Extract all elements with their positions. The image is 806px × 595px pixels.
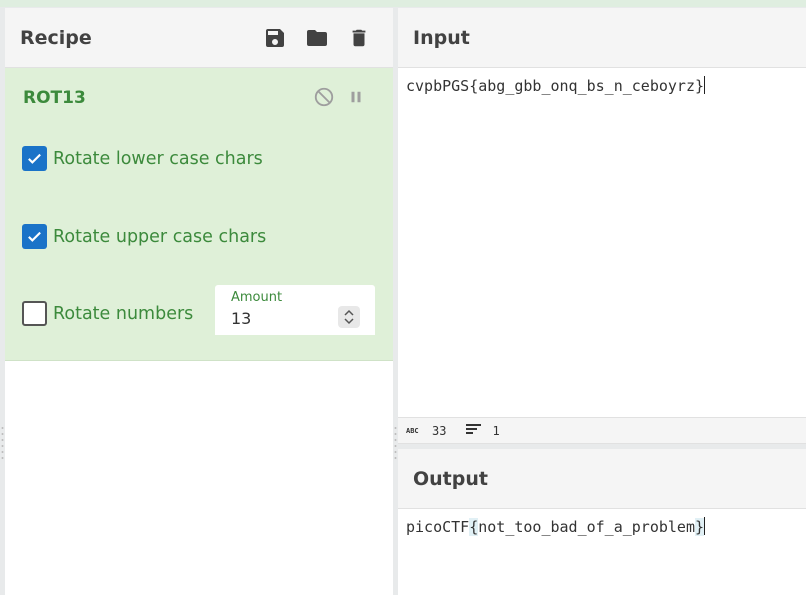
- lines-icon: [466, 423, 482, 438]
- operation-title: ROT13: [23, 88, 86, 108]
- rotate-numbers-label: Rotate numbers: [53, 303, 194, 324]
- amount-field[interactable]: Amount 13: [215, 285, 375, 335]
- recipe-pane: Recipe ROT13 Rotate lower case chars Rot…: [5, 8, 393, 595]
- rotate-lower-checkbox[interactable]: [22, 146, 47, 171]
- input-textarea[interactable]: cvpbPGS{abg_gbb_onq_bs_n_ceboyrz}: [406, 76, 706, 95]
- output-title: Output: [413, 467, 488, 490]
- rotate-numbers-checkbox[interactable]: [22, 301, 47, 326]
- input-status-bar: ABC 33 1: [398, 417, 806, 444]
- output-close-brace: }: [695, 518, 705, 536]
- lines-value: 1: [492, 423, 500, 438]
- amount-stepper[interactable]: [338, 306, 360, 328]
- cyberchef-app: Recipe ROT13 Rotate lower case chars Rot…: [0, 0, 806, 595]
- output-cursor: [704, 517, 706, 535]
- recipe-toolbar: [261, 24, 373, 52]
- lines-stat: 1: [466, 423, 500, 438]
- output-prefix: picoCTF: [406, 518, 470, 536]
- io-resize-handle[interactable]: [394, 425, 397, 465]
- rotate-lower-option[interactable]: Rotate lower case chars: [22, 146, 263, 171]
- recipe-title: Recipe: [20, 26, 92, 49]
- input-pane: Input cvpbPGS{abg_gbb_onq_bs_n_ceboyrz}: [398, 8, 806, 417]
- svg-text:ABC: ABC: [406, 427, 419, 435]
- abc-icon: ABC: [406, 424, 422, 438]
- folder-icon[interactable]: [303, 24, 331, 52]
- rotate-numbers-option[interactable]: Rotate numbers: [22, 301, 193, 326]
- amount-input[interactable]: 13: [231, 309, 251, 328]
- output-body: not_too_bad_of_a_problem: [478, 518, 695, 536]
- pause-icon[interactable]: [347, 88, 365, 110]
- amount-label: Amount: [231, 290, 283, 305]
- input-text: cvpbPGS{abg_gbb_onq_bs_n_ceboyrz}: [406, 77, 705, 95]
- input-header: Input: [398, 8, 806, 68]
- operation-controls: [313, 86, 365, 112]
- output-header: Output: [398, 449, 806, 509]
- trash-icon[interactable]: [345, 24, 373, 52]
- output-pane: Output picoCTF{not_too_bad_of_a_problem}: [398, 449, 806, 595]
- rotate-upper-label: Rotate upper case chars: [53, 226, 267, 247]
- disable-icon[interactable]: [313, 86, 335, 112]
- rotate-upper-checkbox[interactable]: [22, 224, 47, 249]
- output-textarea[interactable]: picoCTF{not_too_bad_of_a_problem}: [406, 517, 706, 536]
- recipe-resize-handle[interactable]: [1, 425, 4, 465]
- save-icon[interactable]: [261, 24, 289, 52]
- rotate-lower-label: Rotate lower case chars: [53, 148, 263, 169]
- output-open-brace: {: [469, 518, 479, 536]
- recipe-header: Recipe: [5, 8, 393, 68]
- rotate-upper-option[interactable]: Rotate upper case chars: [22, 224, 266, 249]
- top-strip: [0, 0, 806, 7]
- text-cursor: [704, 76, 706, 94]
- length-stat: ABC 33: [406, 424, 446, 438]
- input-title: Input: [413, 26, 470, 49]
- length-value: 33: [432, 423, 447, 438]
